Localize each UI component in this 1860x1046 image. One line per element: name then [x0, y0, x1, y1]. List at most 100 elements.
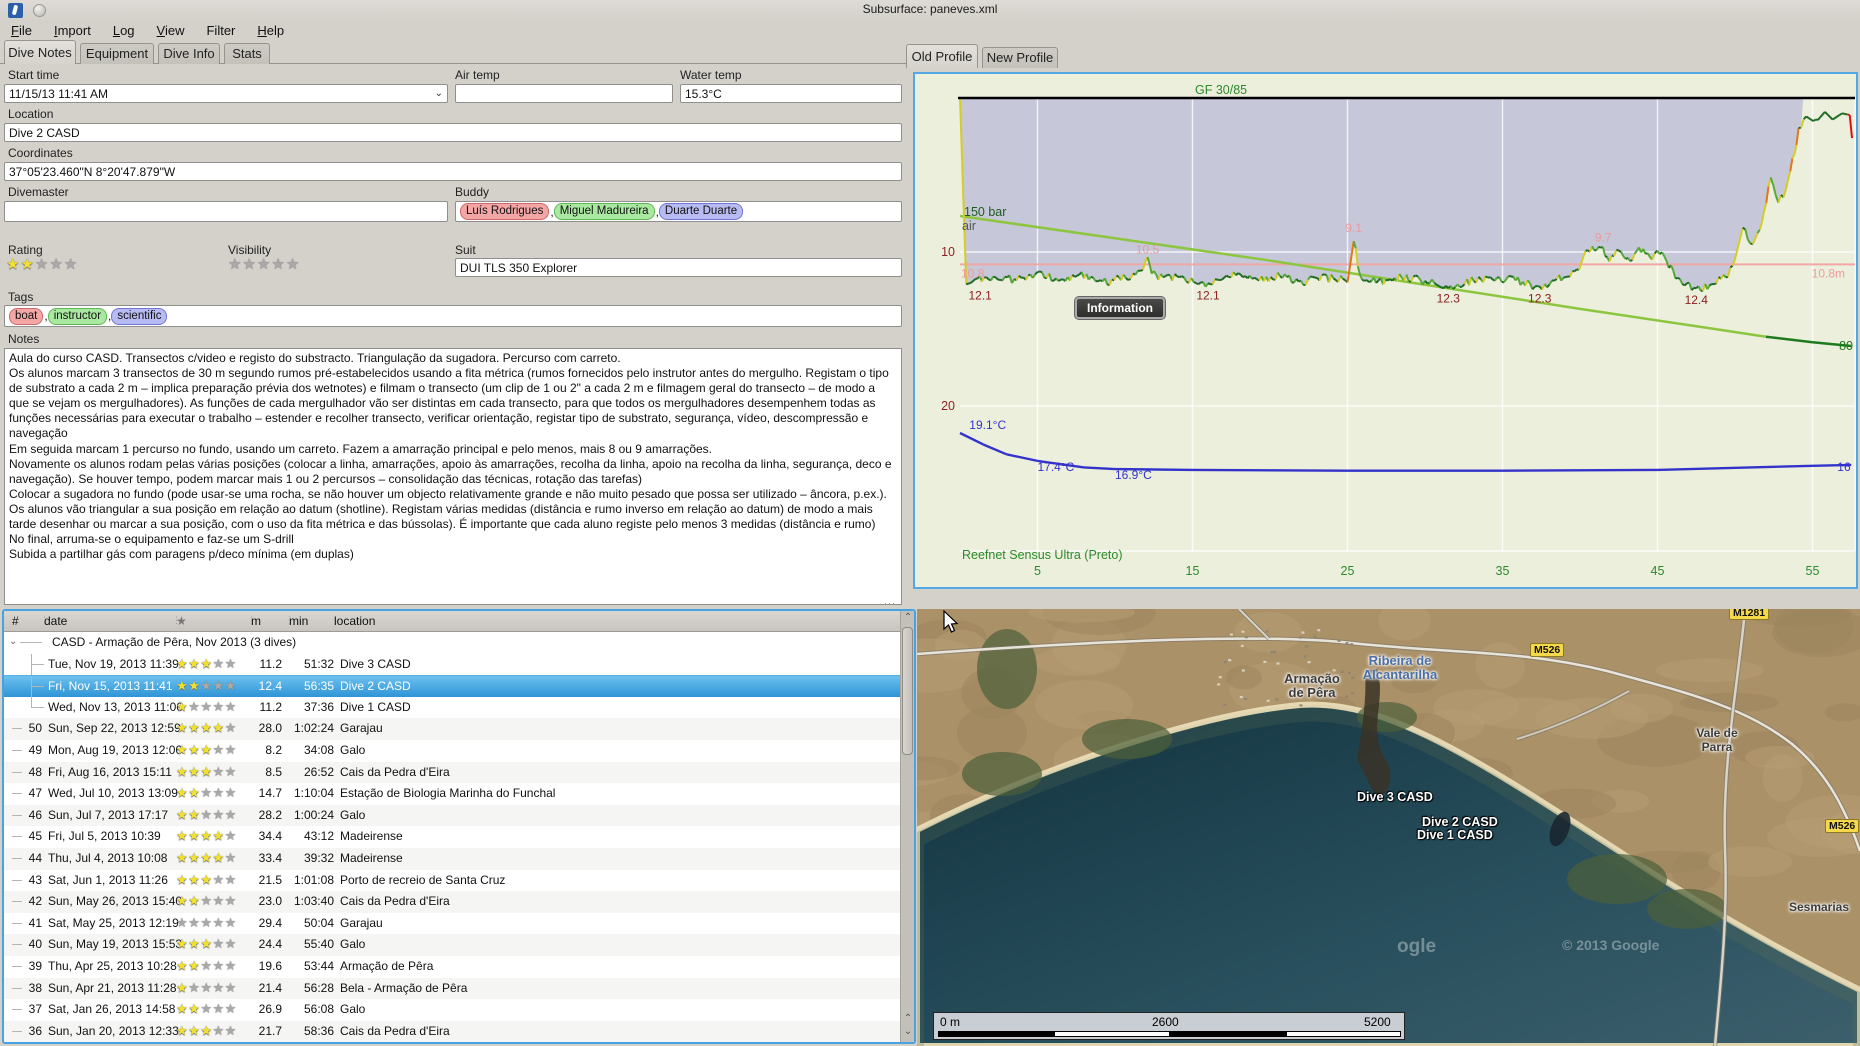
dive-depth: 21.4 [258, 980, 282, 995]
dive-list-panel[interactable]: # date ★ m min location ⋮ ⋮ ⋮ ⋮ ⋮ ⌄ CASD - Armação d… [2, 609, 916, 1044]
scale-label-mid: 2600 [1152, 1015, 1179, 1029]
dive-row[interactable]: 38 Sun, Apr 21, 2013 11:28 ★★★★★ 21.4 56:28 B… [4, 977, 914, 1000]
column-header-num[interactable]: # [12, 614, 19, 628]
scrollbar-thumb[interactable] [902, 627, 913, 755]
scroll-up-icon[interactable]: ⌃ [901, 612, 914, 624]
star-icon: ★ [176, 806, 189, 822]
splitter-handle[interactable]: ··· [884, 598, 896, 608]
tree-line [31, 653, 32, 676]
dive-rating: ★★★★★ [176, 678, 237, 694]
chevron-down-icon: ⌄ [434, 88, 443, 99]
dive-row[interactable]: Fri, Nov 15, 2013 11:41 ★★★★★ 12.4 56:35 Div… [4, 675, 914, 699]
star-icon: ★ [285, 256, 301, 273]
dive-date: Tue, Nov 19, 2013 11:39 [48, 656, 179, 671]
coordinates-input[interactable]: 37°05'23.460"N 8°20'47.879"W [4, 162, 902, 181]
notes-textarea[interactable]: Aula do curso CASD. Transectos c/video e… [4, 348, 902, 605]
tab-dive-notes[interactable]: Dive Notes [4, 40, 76, 64]
dive-row[interactable]: 39 Thu, Apr 25, 2013 10:28 ★★★★★ 19.6 53:44 A… [4, 956, 914, 978]
rating-stars[interactable]: ★★★★★ [6, 257, 78, 273]
tab-dive-info[interactable]: Dive Info [158, 43, 220, 64]
scroll-down-icon[interactable]: ⌄ [901, 1026, 914, 1038]
dive-list-scrollbar[interactable]: ⌃ ⌃ ⌄ [900, 611, 914, 1042]
dive-row[interactable]: Tue, Nov 19, 2013 11:39 ★★★★★ 11.2 51:32 Div… [4, 653, 914, 676]
road-badge: M526 [1530, 643, 1565, 657]
svg-text:air: air [962, 219, 976, 233]
tab-stats[interactable]: Stats [224, 43, 270, 64]
visibility-stars[interactable]: ★★★★★ [228, 257, 300, 273]
dive-rating: ★★★★★ [176, 699, 237, 715]
start-time-value: 11/15/13 11:41 AM [9, 86, 108, 101]
scroll-up-icon[interactable]: ⌃ [901, 1013, 914, 1025]
dive-row[interactable]: 50 Sun, Sep 22, 2013 12:59 ★★★★★ 28.0 1:02:2… [4, 718, 914, 740]
dive-row[interactable]: 36 Sun, Jan 20, 2013 12:33 ★★★★★ 21.7 58:36 C… [4, 1020, 914, 1042]
dive-row[interactable]: 42 Sun, May 26, 2013 15:40 ★★★★★ 23.0 1:03:4… [4, 891, 914, 913]
trip-expander-icon[interactable]: ⌄ [9, 636, 17, 647]
tab-equipment[interactable]: Equipment [80, 43, 154, 64]
dive-list-header[interactable]: # date ★ m min location ⋮ ⋮ ⋮ ⋮ ⋮ [4, 611, 914, 632]
location-input[interactable]: Dive 2 CASD [4, 123, 902, 142]
menu-item-help[interactable]: Help [246, 21, 295, 38]
dive-rating: ★★★★★ [176, 828, 237, 844]
suit-input[interactable]: DUI TLS 350 Explorer [455, 258, 902, 277]
dive-number: 49 [28, 743, 42, 757]
dive-row[interactable]: 43 Sat, Jun 1, 2013 11:26 ★★★★★ 21.5 1:01:08… [4, 869, 914, 892]
dive-profile-chart[interactable]: GF 30/85 10 20 5 15 25 35 45 55 Reefnet Sensus Ul… [913, 72, 1858, 589]
star-icon: ★ [200, 850, 213, 865]
air-temp-input[interactable] [455, 84, 673, 103]
trip-row[interactable]: ⌄ CASD - Armação de Pêra, Nov 2013 (3 div… [4, 632, 914, 654]
star-icon: ★ [176, 720, 189, 736]
column-header-location[interactable]: location [334, 614, 375, 628]
tab-old-profile[interactable]: Old Profile [906, 44, 978, 68]
dive-row[interactable]: 45 Fri, Jul 5, 2013 10:39 ★★★★★ 34.4 43:12 Ma… [4, 826, 914, 848]
dive-location: Garajau [340, 915, 383, 930]
svg-text:150 bar: 150 bar [964, 205, 1006, 219]
divemaster-input[interactable] [4, 201, 448, 222]
menu-bar: File Import Log View Filter Help [0, 21, 908, 41]
dive-location: Madeirense [340, 829, 403, 844]
menu-item-view[interactable]: View [146, 21, 196, 38]
dive-row[interactable]: 37 Sat, Jan 26, 2013 14:58 ★★★★★ 26.9 56:08 G… [4, 999, 914, 1021]
window-titlebar[interactable]: Subsurface: paneves.xml [0, 0, 1860, 20]
dive-row[interactable]: 40 Sun, May 19, 2013 15:53 ★★★★★ 24.4 55:40 G… [4, 934, 914, 956]
dive-row[interactable]: 47 Wed, Jul 10, 2013 13:09 ★★★★★ 14.7 1:10:0… [4, 783, 914, 805]
dive-date: Fri, Aug 16, 2013 15:11 [48, 764, 172, 779]
dive-row[interactable]: 48 Fri, Aug 16, 2013 15:11 ★★★★★ 8.5 26:52 Ca… [4, 761, 914, 784]
dive-row[interactable]: 46 Sun, Jul 7, 2013 17:17 ★★★★★ 28.2 1:00:24… [4, 804, 914, 827]
svg-text:25: 25 [1341, 564, 1355, 578]
dive-location: Cais da Pedra d'Eira [340, 1023, 450, 1038]
buddy-input[interactable]: Luís Rodrigues, Miguel Madureira, Duarte… [455, 201, 902, 222]
menu-item-filter[interactable]: Filter [195, 21, 246, 38]
menu-item-log[interactable]: Log [102, 21, 146, 38]
dive-date: Fri, Nov 15, 2013 11:41 [48, 679, 173, 694]
water-temp-value: 15.3°C [685, 86, 722, 101]
dive-map[interactable]: Armação de Pêra Ribeira de Alcantarilha Va… [917, 609, 1860, 1046]
dive-rating: ★★★★★ [176, 958, 237, 974]
svg-text:10.5: 10.5 [1136, 243, 1160, 257]
dive-date: Fri, Jul 5, 2013 10:39 [48, 829, 161, 844]
start-time-combobox[interactable]: 11/15/13 11:41 AM ⌄ [4, 84, 448, 103]
information-button[interactable]: Information [1074, 296, 1166, 320]
dive-location: Cais da Pedra d'Eira [340, 764, 450, 779]
dive-depth: 24.4 [258, 937, 282, 952]
menu-item-import[interactable]: Import [43, 21, 102, 38]
star-icon: ★ [200, 914, 213, 930]
tag-pill-1: boat [9, 307, 44, 325]
dive-row[interactable]: 49 Mon, Aug 19, 2013 12:06 ★★★★★ 8.2 34:08 Ga… [4, 740, 914, 762]
menu-item-file[interactable]: File [0, 21, 43, 38]
dive-date: Sun, Jul 7, 2013 17:17 [48, 807, 169, 822]
star-icon: ★ [212, 806, 225, 822]
dive-row[interactable]: 44 Thu, Jul 4, 2013 10:08 ★★★★★ 33.4 39:32 Ma… [4, 848, 914, 870]
star-icon: ★ [200, 763, 213, 779]
dive-number: 37 [28, 1002, 42, 1017]
star-icon: ★ [176, 1022, 189, 1038]
dive-depth: 33.4 [258, 851, 282, 865]
information-button-label: Information [1087, 301, 1153, 315]
dive-row[interactable]: Wed, Nov 13, 2013 11:06 ★★★★★ 11.2 37:36 Div… [4, 696, 914, 719]
star-icon: ★ [63, 256, 79, 273]
star-icon: ★ [212, 785, 225, 801]
dive-row[interactable]: 41 Sat, May 25, 2013 12:19 ★★★★★ 29.4 50:04 G… [4, 912, 914, 935]
tags-input[interactable]: boat, instructor, scientific [4, 305, 902, 327]
tab-new-profile[interactable]: New Profile [982, 47, 1058, 68]
dive-rating: ★★★★★ [176, 764, 237, 780]
water-temp-input[interactable]: 15.3°C [680, 84, 902, 103]
